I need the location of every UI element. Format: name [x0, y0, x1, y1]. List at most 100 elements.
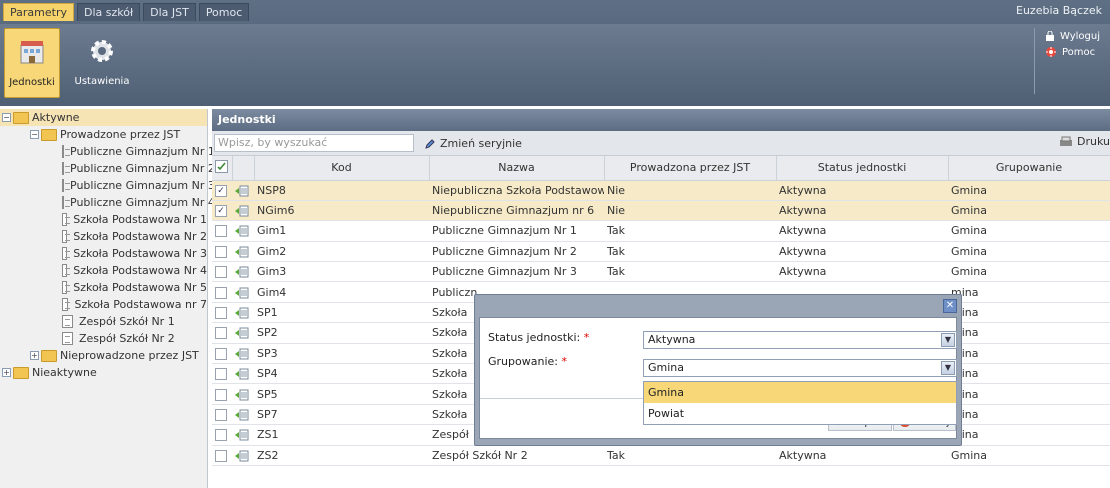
panel-title: Jednostki: [212, 109, 1110, 131]
expand-icon[interactable]: +: [2, 368, 11, 377]
collapse-icon[interactable]: −: [2, 113, 11, 122]
ustawienia-button[interactable]: Ustawienia: [66, 28, 138, 98]
option-powiat[interactable]: Powiat: [644, 403, 956, 424]
col-nazwa[interactable]: Nazwa: [429, 156, 605, 181]
grupowanie-cell: mina: [948, 363, 1110, 385]
tree-node-nieprowadzone[interactable]: + Nieprowadzone przez JST: [0, 347, 207, 364]
drukuj-button[interactable]: Druku: [1059, 135, 1110, 148]
unit-row-icon: [235, 348, 249, 360]
expand-icon[interactable]: +: [30, 351, 39, 360]
table-row[interactable]: Gim2 Publiczne Gimnazjum Nr 2 Tak Aktywna Gm…: [212, 241, 1110, 263]
tree-item[interactable]: Publiczne Gimnazjum Nr 1: [0, 143, 215, 160]
unit-row-icon: [235, 409, 249, 421]
row-checkbox[interactable]: [215, 225, 227, 238]
tab-dla-szkol[interactable]: Dla szkół: [76, 3, 141, 21]
tree-item[interactable]: Publiczne Gimnazjum Nr 3: [0, 177, 215, 194]
row-select-cell[interactable]: [212, 404, 232, 426]
tab-parametry[interactable]: Parametry: [3, 3, 74, 21]
row-select-cell[interactable]: [212, 424, 232, 446]
kod-cell: NSP8: [254, 180, 429, 201]
row-select-cell[interactable]: [212, 302, 232, 324]
tree-node-nieaktywne[interactable]: + Nieaktywne: [0, 364, 207, 381]
col-kod[interactable]: Kod: [254, 156, 430, 181]
row-checkbox[interactable]: [215, 347, 227, 360]
document-icon: [62, 264, 71, 277]
row-checkbox[interactable]: [215, 307, 227, 320]
nazwa-cell: Publiczne Gimnazjum Nr 3: [429, 261, 604, 283]
status-select[interactable]: Aktywna ▼: [643, 331, 957, 349]
row-select-cell[interactable]: [212, 220, 232, 242]
select-all-checkbox[interactable]: [212, 156, 233, 181]
close-icon[interactable]: ✕: [943, 299, 957, 313]
grupowanie-cell: Gmina: [948, 220, 1110, 242]
row-icon-cell: [232, 241, 254, 263]
grupowanie-select[interactable]: Gmina ▼: [643, 359, 957, 377]
col-status[interactable]: Status jednostki: [776, 156, 949, 181]
table-row[interactable]: Gim1 Publiczne Gimnazjum Nr 1 Tak Aktywna Gm…: [212, 220, 1110, 242]
search-input[interactable]: Wpisz, by wyszukać: [214, 134, 414, 152]
col-grupowanie[interactable]: Grupowanie: [948, 156, 1110, 181]
col-jst[interactable]: Prowadzona przez JST: [604, 156, 777, 181]
chevron-down-icon[interactable]: ▼: [941, 361, 955, 375]
tree-node-aktywne[interactable]: − Aktywne: [0, 109, 207, 126]
status-cell: Aktywna: [776, 220, 948, 242]
tree-node-prowadzone[interactable]: − Prowadzone przez JST: [0, 126, 207, 143]
row-icon-cell: [232, 200, 254, 222]
row-select-cell[interactable]: [212, 241, 232, 263]
row-checkbox[interactable]: [215, 286, 227, 299]
tree-item[interactable]: Szkoła Podstawowa Nr 2: [0, 228, 207, 245]
tree-item[interactable]: Szkoła Podstawowa Nr 1: [0, 211, 207, 228]
tree-item[interactable]: Zespół Szkół Nr 2: [0, 330, 207, 347]
row-select-cell[interactable]: [212, 363, 232, 385]
wyloguj-link[interactable]: Wyloguj: [1045, 28, 1100, 44]
tree-item[interactable]: Szkoła Podstawowa Nr 4: [0, 262, 207, 279]
tree-item[interactable]: Szkoła Podstawowa nr 7: [0, 296, 207, 313]
unit-row-icon: [235, 185, 249, 197]
zmien-seryjnie-button[interactable]: Zmień seryjnie: [420, 135, 526, 152]
row-select-cell[interactable]: ✓: [212, 180, 232, 201]
row-checkbox[interactable]: [215, 408, 227, 421]
option-gmina[interactable]: Gmina: [644, 382, 956, 403]
row-checkbox[interactable]: [215, 449, 227, 462]
row-select-cell[interactable]: [212, 383, 232, 405]
table-row[interactable]: Gim3 Publiczne Gimnazjum Nr 3 Tak Aktywna Gm…: [212, 261, 1110, 283]
status-cell: Aktywna: [776, 200, 948, 222]
grupowanie-cell: mina: [948, 404, 1110, 426]
jednostki-button[interactable]: Jednostki: [4, 28, 60, 98]
status-cell: Aktywna: [776, 180, 948, 201]
tree-item[interactable]: Szkoła Podstawowa Nr 5: [0, 279, 207, 296]
row-select-cell[interactable]: ✓: [212, 200, 232, 222]
table-row[interactable]: ✓ NSP8 Niepubliczna Szkoła Podstawow... Nie…: [212, 180, 1110, 201]
row-checkbox[interactable]: [215, 388, 227, 401]
pencil-icon: [425, 138, 435, 149]
chevron-down-icon[interactable]: ▼: [941, 333, 955, 347]
tree-item[interactable]: Szkoła Podstawowa Nr 3: [0, 245, 207, 262]
row-checkbox[interactable]: ✓: [215, 184, 227, 197]
ribbon-side: Wyloguj Pomoc: [1034, 28, 1100, 94]
wyloguj-label: Wyloguj: [1060, 30, 1100, 42]
kod-cell: Gim3: [254, 261, 429, 283]
row-checkbox[interactable]: [215, 245, 227, 258]
tab-pomoc[interactable]: Pomoc: [198, 3, 250, 21]
row-select-cell[interactable]: [212, 281, 232, 303]
table-row[interactable]: ZS2 Zespół Szkół Nr 2 Tak Aktywna Gmina: [212, 445, 1110, 466]
tree-item[interactable]: Publiczne Gimnazjum Nr 4: [0, 194, 215, 211]
collapse-icon[interactable]: −: [30, 130, 39, 139]
row-checkbox[interactable]: [215, 429, 227, 442]
row-checkbox[interactable]: [215, 266, 227, 279]
tree-items: Publiczne Gimnazjum Nr 1 Publiczne Gimnaz…: [0, 143, 215, 347]
row-checkbox[interactable]: [215, 368, 227, 381]
row-select-cell[interactable]: [212, 322, 232, 344]
pomoc-link[interactable]: Pomoc: [1045, 44, 1100, 60]
row-select-cell[interactable]: [212, 261, 232, 283]
row-select-cell[interactable]: [212, 343, 232, 365]
row-select-cell[interactable]: [212, 445, 232, 466]
tab-dla-jst[interactable]: Dla JST: [143, 3, 196, 21]
nazwa-cell: Publiczne Gimnazjum Nr 1: [429, 220, 604, 242]
tree-item[interactable]: Publiczne Gimnazjum Nr 2: [0, 160, 215, 177]
tree-item[interactable]: Zespół Szkół Nr 1: [0, 313, 207, 330]
row-checkbox[interactable]: ✓: [215, 205, 227, 218]
document-icon: [62, 179, 70, 192]
row-checkbox[interactable]: [215, 327, 227, 340]
table-row[interactable]: ✓ NGim6 Niepubliczne Gimnazjum nr 6 Nie Akty…: [212, 200, 1110, 222]
